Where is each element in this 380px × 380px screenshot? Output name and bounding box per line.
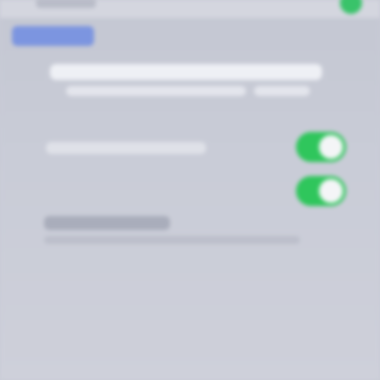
setting-row-2 (0, 174, 380, 212)
header-subtitle (66, 86, 246, 96)
setting-toggle-1[interactable] (296, 132, 346, 162)
info-section (44, 212, 334, 262)
toggle-knob (319, 179, 343, 203)
toggle-knob (319, 135, 343, 159)
setting-label-1 (46, 142, 206, 154)
settings-screen (0, 0, 380, 380)
setting-row-1 (0, 130, 380, 168)
status-time (36, 0, 96, 8)
header-subtitle-continued (254, 86, 310, 96)
back-button[interactable] (12, 26, 94, 46)
section-description (44, 236, 300, 244)
status-indicator-icon (340, 0, 362, 14)
header-description (44, 62, 328, 108)
section-title (44, 216, 170, 230)
header-title (50, 64, 322, 80)
navigation-bar (0, 22, 380, 52)
status-bar (0, 0, 380, 18)
setting-toggle-2[interactable] (296, 176, 346, 206)
